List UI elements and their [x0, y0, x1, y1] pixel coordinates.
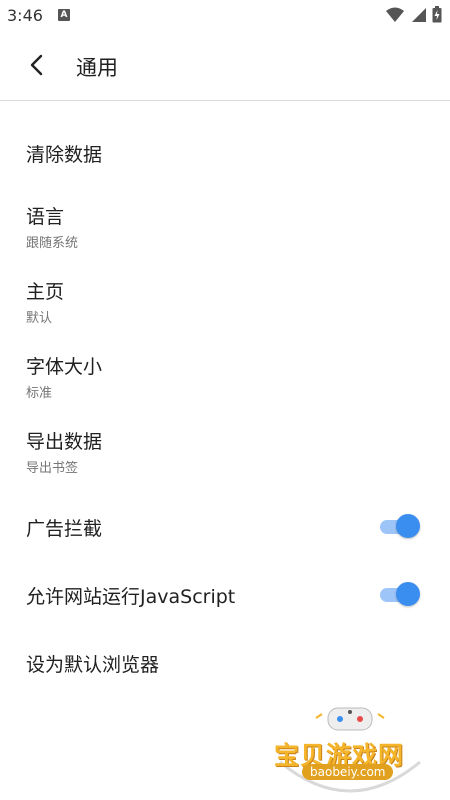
setting-title: 设为默认浏览器 — [26, 654, 160, 676]
setting-title: 清除数据 — [26, 144, 103, 166]
toolbar: 通用 — [0, 30, 450, 101]
status-time: 3:46 — [7, 6, 43, 25]
battery-icon — [432, 6, 442, 23]
setting-title: 广告拦截 — [26, 518, 103, 540]
notification-app-icon: A — [58, 9, 70, 21]
signal-icon — [412, 7, 426, 22]
setting-clear-data[interactable]: 清除数据 — [0, 122, 450, 182]
setting-title: 允许网站运行JavaScript — [26, 586, 236, 608]
watermark-logo: 宝贝游戏网 baobeiy.com — [270, 700, 430, 800]
setting-title: 字体大小 — [26, 356, 103, 378]
setting-language[interactable]: 语言 跟随系统 — [0, 192, 450, 258]
setting-subtitle: 标准 — [26, 386, 53, 401]
setting-subtitle: 跟随系统 — [26, 236, 79, 251]
toggle-thumb — [396, 582, 420, 606]
javascript-toggle[interactable] — [378, 581, 422, 607]
setting-title: 语言 — [26, 206, 65, 228]
chevron-left-icon — [30, 54, 43, 76]
setting-javascript[interactable]: 允许网站运行JavaScript — [0, 564, 450, 624]
setting-default-browser[interactable]: 设为默认浏览器 — [0, 632, 450, 692]
setting-subtitle: 默认 — [26, 311, 53, 326]
status-icons — [386, 6, 442, 23]
status-bar: 3:46 A — [0, 0, 450, 30]
setting-title: 主页 — [26, 281, 65, 303]
page-title: 通用 — [76, 56, 118, 80]
wifi-icon — [386, 7, 404, 22]
setting-export-data[interactable]: 导出数据 导出书签 — [0, 417, 450, 483]
ad-block-toggle[interactable] — [378, 513, 422, 539]
setting-font-size[interactable]: 字体大小 标准 — [0, 342, 450, 408]
setting-ad-block[interactable]: 广告拦截 — [0, 496, 450, 556]
back-button[interactable] — [22, 50, 52, 80]
watermark-url: baobeiy.com — [302, 764, 394, 780]
setting-title: 导出数据 — [26, 431, 103, 453]
setting-subtitle: 导出书签 — [26, 461, 79, 476]
setting-homepage[interactable]: 主页 默认 — [0, 267, 450, 333]
toggle-thumb — [396, 514, 420, 538]
